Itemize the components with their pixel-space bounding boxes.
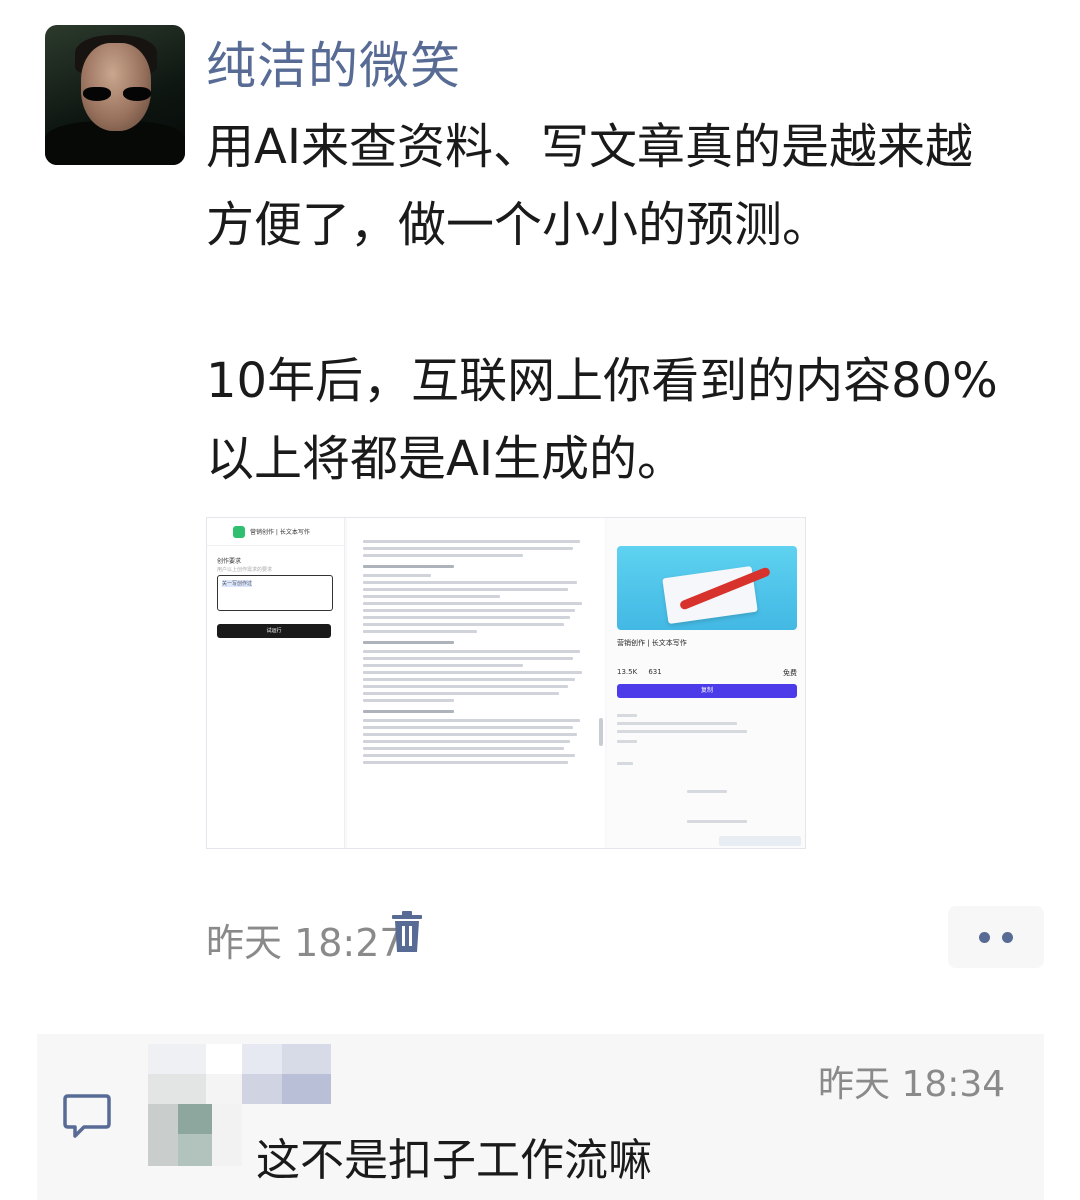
image-stat-2: 631 [648, 668, 662, 676]
post-line: 用AI来查资料、写文章真的是越来越 [206, 119, 973, 175]
image-stats: 13.5K 631 [617, 668, 662, 676]
post-line: 以上将都是AI生成的。 [206, 431, 685, 487]
image-scrollbar [599, 718, 603, 746]
image-card-title: 营销创作 | 长文本写作 [617, 639, 687, 647]
image-stat-1: 13.5K [617, 668, 638, 676]
post-line: 方便了，做一个小小的预测。 [206, 197, 831, 253]
post-body: 用AI来查资料、写文章真的是越来越 方便了，做一个小小的预测。 10年后，互联网… [206, 108, 1036, 498]
comment-text[interactable]: 这不是扣子工作流嘛 [256, 1124, 652, 1188]
image-input-label: 创作要求 [217, 558, 242, 565]
post-timestamp: 昨天 18:27 [206, 921, 404, 965]
image-copy-button: 复制 [617, 684, 797, 698]
author-avatar[interactable] [45, 25, 185, 165]
comment-bubble-icon [63, 1094, 111, 1138]
trash-icon[interactable] [390, 910, 424, 954]
image-app-title: 营销创作 | 长文本写作 [250, 529, 310, 536]
image-input-hint: 用户以上创作需求的要求 [217, 567, 273, 573]
post-line: 10年后，互联网上你看到的内容80% [206, 353, 998, 409]
author-name[interactable]: 纯洁的微笑 [206, 26, 461, 98]
image-article-panel [347, 518, 605, 848]
image-taskbar [719, 836, 801, 846]
image-price: 免费 [783, 669, 797, 677]
more-dots-icon[interactable] [948, 906, 1044, 968]
image-run-button: 试运行 [217, 624, 331, 638]
app-icon [233, 525, 245, 538]
image-textarea-value: 关一写创作过 [222, 580, 253, 587]
image-left-panel: 营销创作 | 长文本写作 创作要求 用户以上创作需求的要求 关一写创作过 试运行 [207, 518, 345, 848]
image-textarea: 关一写创作过 [217, 575, 333, 611]
image-hero-illustration [617, 546, 797, 630]
image-topbar: 营销创作 | 长文本写作 [207, 518, 344, 546]
avatar-sunglasses [83, 87, 151, 101]
image-right-panel: 营销创作 | 长文本写作 13.5K 631 免费 复制 [607, 518, 805, 848]
comment-timestamp: 昨天 18:34 [818, 1064, 1006, 1105]
post-image[interactable]: 营销创作 | 长文本写作 创作要求 用户以上创作需求的要求 关一写创作过 试运行… [206, 517, 806, 849]
